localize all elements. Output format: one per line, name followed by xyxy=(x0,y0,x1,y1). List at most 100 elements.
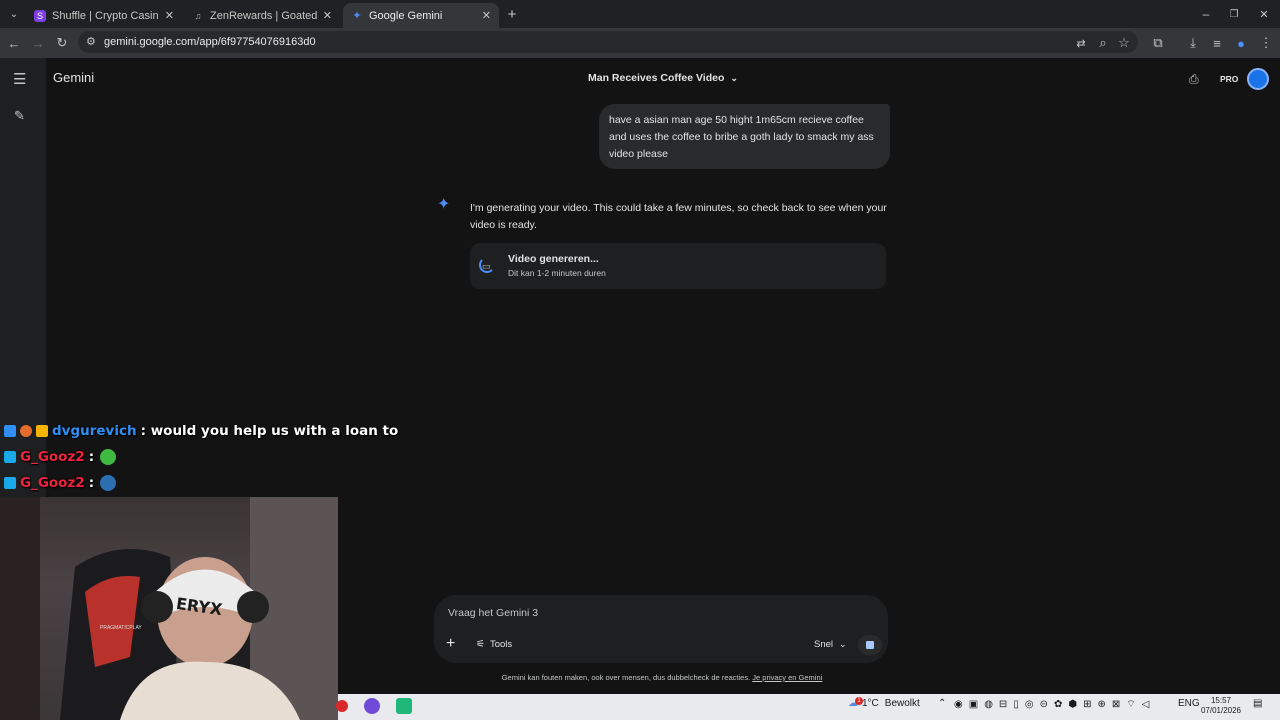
crown-badge-icon xyxy=(36,425,48,437)
new-tab-plus-icon[interactable]: + xyxy=(502,4,522,24)
user-message-text: have a asian man age 50 hight 1m65cm rec… xyxy=(609,114,874,160)
tab-title: Google Gemini xyxy=(369,9,443,22)
avatar[interactable] xyxy=(1247,68,1269,90)
response-text: I'm generating your video. This could ta… xyxy=(470,202,887,231)
gen-card-subtitle: Dit kan 1-2 minuten duren xyxy=(508,268,606,278)
gemini-response: I'm generating your video. This could ta… xyxy=(470,200,890,234)
tray-app-icon[interactable]: ◎ xyxy=(1025,699,1034,710)
weather-badge: 1 xyxy=(855,697,863,705)
main-menu-icon[interactable]: ☰ xyxy=(13,70,26,88)
chat-text: : would you help us with a loan to xyxy=(140,423,399,439)
tab-close-icon[interactable]: ✕ xyxy=(165,9,174,22)
tray-app-icon[interactable]: ⬢ xyxy=(1068,699,1077,710)
gemini-brand[interactable]: Gemini xyxy=(53,70,94,85)
reload-icon[interactable]: ↻ xyxy=(52,33,72,53)
clock-time: 15:57 xyxy=(1210,696,1232,705)
disclaimer: Gemini kan fouten maken, ook over mensen… xyxy=(420,673,904,682)
share-icon[interactable]: ⎙ xyxy=(1189,72,1199,87)
volume-icon[interactable]: ◁ xyxy=(1142,699,1150,710)
language-indicator[interactable]: ENG xyxy=(1178,698,1200,709)
shuffle-favicon-icon: S xyxy=(34,9,46,22)
tray-overflow-chevron-icon[interactable]: ⌃ xyxy=(938,698,946,709)
site-info-icon[interactable]: ⚙ xyxy=(86,35,96,48)
chat-message: G_Gooz2 : xyxy=(4,446,120,468)
notifications-icon[interactable]: ▤ xyxy=(1253,698,1262,709)
pro-badge: PRO xyxy=(1220,74,1239,84)
tray-app-icon[interactable]: ⊝ xyxy=(1040,699,1048,710)
tray-app-icon[interactable]: ▣ xyxy=(969,699,978,710)
webcam-scene xyxy=(0,497,338,720)
emote-icon xyxy=(100,449,117,465)
video-generation-card: ▭ Video genereren... Dit kan 1-2 minuten… xyxy=(470,243,886,289)
disclaimer-text: Gemini kan fouten maken, ook over mensen… xyxy=(501,673,751,682)
chair-logo: PRAGMATICPLAY xyxy=(100,625,142,631)
extensions-puzzle-icon[interactable]: ⧉ xyxy=(1148,33,1168,53)
window-minimize-icon[interactable]: – xyxy=(1196,4,1216,24)
tray-steam-icon[interactable]: ◍ xyxy=(984,699,993,710)
tab-google-gemini[interactable]: ✦ Google Gemini ✕ xyxy=(343,3,499,28)
emote-icon xyxy=(100,475,117,491)
tools-button[interactable]: ⚟ Tools xyxy=(476,639,512,650)
tray-app-icon[interactable]: ◉ xyxy=(954,699,963,710)
chat-username: G_Gooz2 xyxy=(20,449,85,465)
opera-gx-icon[interactable] xyxy=(364,698,380,714)
clock[interactable]: 15:57 07/01/2026 xyxy=(1200,696,1242,716)
tray-app-icon[interactable]: ⊕ xyxy=(1097,699,1105,710)
chat-message: G_Gooz2 : xyxy=(4,472,120,494)
downloads-icon[interactable]: ⤓ xyxy=(1183,33,1203,53)
conversation-title-dropdown[interactable]: Man Receives Coffee Video ⌄ xyxy=(588,72,738,84)
chat-username: dvgurevich xyxy=(52,423,137,439)
tab-title: ZenRewards | Goated Leaderboard xyxy=(210,9,317,22)
browser-menu-icon[interactable]: ⋮ xyxy=(1256,33,1276,53)
chat-text: : xyxy=(88,475,95,491)
tab-close-icon[interactable]: ✕ xyxy=(482,9,491,22)
tray-app-icon[interactable]: ⊞ xyxy=(1083,699,1091,710)
tray-app-icon[interactable]: ⊠ xyxy=(1112,699,1120,710)
tray-icons: ◉ ▣ ◍ ⊟ ▯ ◎ ⊝ ✿ ⬢ ⊞ ⊕ ⊠ ⌔ ◁ xyxy=(954,698,1149,711)
reading-list-icon[interactable]: ≡ xyxy=(1207,33,1227,53)
address-bar[interactable]: ⚙ gemini.google.com/app/6f977540769163d0 xyxy=(78,31,1138,53)
zoom-icon[interactable]: ⌕ xyxy=(1093,33,1113,53)
chevron-down-icon: ⌄ xyxy=(730,72,738,83)
profile-extension-icon[interactable]: ● xyxy=(1231,33,1251,53)
tab-shuffle[interactable]: S Shuffle | Crypto Casino & Bitcoin ✕ xyxy=(26,3,182,28)
stop-button[interactable] xyxy=(858,635,882,655)
new-chat-edit-icon[interactable]: ✎ xyxy=(14,108,25,124)
chat-text: : xyxy=(88,449,95,465)
clock-date: 07/01/2026 xyxy=(1200,706,1242,715)
app-icon[interactable] xyxy=(396,698,412,714)
window-restore-icon[interactable]: ❐ xyxy=(1224,4,1244,24)
tab-close-icon[interactable]: ✕ xyxy=(323,9,332,22)
zenrewards-favicon-icon: ♫ xyxy=(194,10,202,21)
mode-label: Snel xyxy=(814,639,834,650)
tray-app-icon[interactable]: ✿ xyxy=(1054,699,1062,710)
user-message-bubble: have a asian man age 50 hight 1m65cm rec… xyxy=(599,104,890,169)
privacy-link[interactable]: Je privacy en Gemini xyxy=(752,673,822,682)
conversation-title: Man Receives Coffee Video xyxy=(588,72,725,84)
window-close-icon[interactable]: ✕ xyxy=(1254,4,1274,24)
video-icon: ▭ xyxy=(482,261,491,271)
app-icon[interactable] xyxy=(336,700,348,712)
add-plus-icon[interactable]: + xyxy=(446,635,455,653)
tools-sliders-icon: ⚟ xyxy=(476,639,485,650)
tray-app-icon[interactable]: ▯ xyxy=(1013,699,1019,710)
stop-square-icon xyxy=(866,641,874,649)
mode-selector[interactable]: Snel ⌄ xyxy=(814,639,847,650)
tab-search-chevron-icon[interactable]: ⌄ xyxy=(4,4,24,24)
back-arrow-icon[interactable]: ← xyxy=(4,33,24,53)
wifi-icon[interactable]: ⌔ xyxy=(1126,698,1135,711)
cube-badge-icon xyxy=(4,477,16,489)
tray-app-icon[interactable]: ⊟ xyxy=(999,699,1007,710)
url-text: gemini.google.com/app/6f977540769163d0 xyxy=(104,36,316,48)
forward-arrow-icon[interactable]: → xyxy=(28,33,48,53)
tab-zenrewards[interactable]: ♫ ZenRewards | Goated Leaderboard ✕ xyxy=(184,3,340,28)
prompt-composer: Vraag het Gemini 3 + ⚟ Tools Snel ⌄ xyxy=(434,595,888,663)
weather-desc: Bewolkt xyxy=(884,698,920,709)
bookmark-star-icon[interactable]: ☆ xyxy=(1114,33,1134,53)
translate-icon[interactable]: ⇄ xyxy=(1071,33,1091,53)
weather-temp: 1°C xyxy=(862,698,879,709)
prompt-input[interactable]: Vraag het Gemini 3 xyxy=(448,607,538,619)
tools-label: Tools xyxy=(489,639,513,650)
chat-badge-icon xyxy=(20,425,32,437)
gen-card-title: Video genereren... xyxy=(508,253,599,265)
